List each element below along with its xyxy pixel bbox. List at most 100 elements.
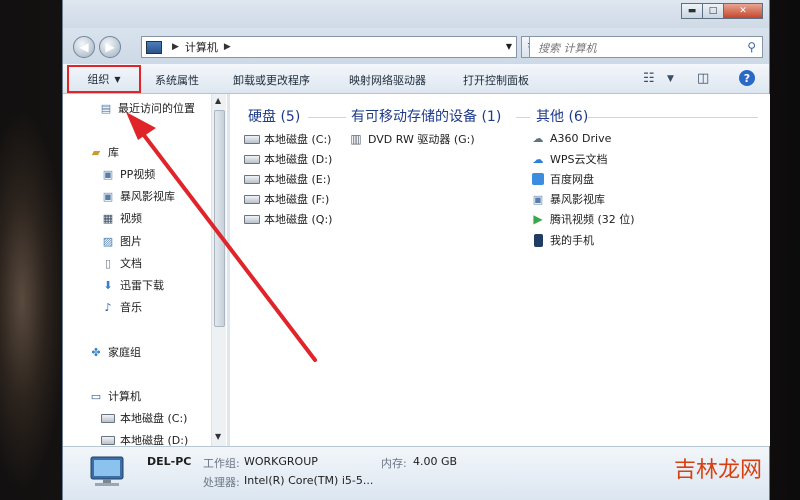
group-header-removable[interactable]: 有可移动存储的设备 (1) [351,106,501,126]
drive-icon [244,152,260,166]
title-bar[interactable]: ▬ □ ✕ [63,0,769,28]
preview-pane-icon[interactable]: ◫ [697,71,709,86]
other-item-baofeng[interactable]: ▣ 暴风影视库 [530,191,605,207]
address-bar[interactable]: ▶ 计算机 ▶ ▼ [141,36,517,58]
back-arrow-icon: ◀ [79,40,89,54]
close-button[interactable]: ✕ [723,3,763,19]
uninstall-program-button[interactable]: 卸载或更改程序 [233,72,310,88]
nav-item-videos[interactable]: ▦ 视频 [101,210,142,226]
memory-label: 内存: [381,457,407,470]
nav-item-label: 音乐 [120,301,142,314]
video-icon: ▦ [102,211,114,225]
group-header-hard-disks[interactable]: 硬盘 (5) [248,106,300,126]
nav-item-music[interactable]: ♪ 音乐 [101,299,142,315]
forward-button[interactable]: ▶ [99,36,121,58]
details-pane: DEL-PC 工作组: WORKGROUP 内存: 4.00 GB 处理器: I… [63,446,769,500]
scroll-up-icon[interactable]: ▲ [215,96,221,105]
drive-item-f[interactable]: 本地磁盘 (F:) [244,191,329,207]
video-library-icon: ▣ [102,167,114,181]
maximize-button[interactable]: □ [702,3,724,19]
command-bar: 组织 ▼ 系统属性 卸载或更改程序 映射网络驱动器 打开控制面板 ☷ ▼ ◫ ? [63,64,769,94]
item-label: 暴风影视库 [550,193,605,206]
nav-item-label: 最近访问的位置 [118,102,195,115]
back-button[interactable]: ◀ [73,36,95,58]
drive-icon [101,411,115,425]
group-divider [588,117,758,118]
other-item-baidu[interactable]: 百度网盘 [530,171,594,187]
address-row: ◀ ▶ ▶ 计算机 ▶ ▼ ↻ ⚲ [63,28,769,64]
nav-scrollbar[interactable]: ▲ ▼ [211,94,226,446]
nav-item-label: 库 [108,146,119,159]
explorer-window: ▬ □ ✕ ◀ ▶ ▶ 计算机 ▶ ▼ ↻ ⚲ 组织 ▼ 系统属性 卸载或更改程… [62,0,770,500]
drive-item-e[interactable]: 本地磁盘 (E:) [244,171,331,187]
nav-item-label: PP视频 [120,168,156,181]
nav-item-pp-video[interactable]: ▣ PP视频 [101,166,155,182]
minimize-button[interactable]: ▬ [681,3,703,19]
breadcrumb-separator-icon[interactable]: ▶ [172,42,179,52]
nav-item-label: 本地磁盘 (C:) [120,412,188,425]
homegroup-icon: ✤ [91,345,101,359]
video-library-icon: ▣ [532,192,544,206]
system-properties-button[interactable]: 系统属性 [155,72,199,88]
map-network-drive-button[interactable]: 映射网络驱动器 [349,72,426,88]
tencent-video-icon: ▶ [533,212,543,226]
nav-item-label: 迅雷下载 [120,279,164,292]
dvd-drive-icon: ▥ [350,132,362,146]
memory-value: 4.00 GB [413,455,458,468]
scroll-down-icon[interactable]: ▼ [215,432,221,441]
nav-item-library[interactable]: ▰ 库 [89,144,119,160]
other-item-tencent-video[interactable]: ▶ 腾讯视频 (32 位) [530,211,634,227]
breadcrumb-separator-icon[interactable]: ▶ [224,42,231,52]
help-button[interactable]: ? [739,70,755,86]
address-dropdown-icon[interactable]: ▼ [506,42,512,51]
chevron-down-icon[interactable]: ▼ [667,74,674,84]
drive-item-dvd[interactable]: ▥ DVD RW 驱动器 (G:) [348,131,475,147]
group-header-other[interactable]: 其他 (6) [536,106,588,126]
drive-icon [244,172,260,186]
group-divider [308,117,346,118]
nav-item-baofeng[interactable]: ▣ 暴风影视库 [101,188,175,204]
nav-item-xunlei[interactable]: ⬇ 迅雷下载 [101,277,164,293]
computer-icon [146,40,162,54]
view-options-icon[interactable]: ☷ [643,71,655,86]
organize-label: 组织 [87,73,110,86]
search-icon[interactable]: ⚲ [747,40,756,54]
nav-item-documents[interactable]: ▯ 文档 [101,255,142,271]
item-label: 本地磁盘 (D:) [264,153,333,166]
search-box[interactable]: ⚲ [529,36,763,58]
breadcrumb-computer[interactable]: 计算机 [185,39,218,55]
nav-item-drive-c[interactable]: 本地磁盘 (C:) [101,410,187,426]
chevron-down-icon: ▼ [114,74,121,84]
document-icon: ▯ [104,256,112,270]
forward-arrow-icon: ▶ [105,40,115,54]
search-input[interactable] [536,38,730,58]
phone-icon [530,233,546,247]
nav-item-computer[interactable]: ▭ 计算机 [89,388,209,404]
recent-places-icon: ▤ [100,101,112,115]
content-pane: 硬盘 (5) 有可移动存储的设备 (1) 其他 (6) 本地磁盘 (C:) 本地… [230,94,770,446]
other-item-a360[interactable]: ☁ A360 Drive [530,131,612,145]
baidu-netdisk-icon [530,172,546,186]
processor-label: 处理器: [203,476,240,489]
drive-item-q[interactable]: 本地磁盘 (Q:) [244,211,332,227]
item-label: WPS云文档 [550,153,608,166]
nav-item-pictures[interactable]: ▨ 图片 [101,233,142,249]
open-control-panel-button[interactable]: 打开控制面板 [463,72,529,88]
drive-icon [101,433,115,447]
wps-cloud-icon: ☁ [532,152,544,166]
nav-item-homegroup[interactable]: ✤ 家庭组 [89,344,141,360]
nav-item-label: 计算机 [108,390,141,403]
other-item-wps[interactable]: ☁ WPS云文档 [530,151,608,167]
item-label: DVD RW 驱动器 (G:) [368,133,475,146]
other-item-my-phone[interactable]: 我的手机 [530,232,594,248]
organize-button[interactable]: 组织 ▼ [67,65,141,93]
nav-item-recent-places[interactable]: ▤ 最近访问的位置 [99,100,195,116]
navigation-pane: ▤ 最近访问的位置 ▰ 库 ▣ PP视频 ▣ 暴风影视库 ▦ 视频 ▨ 图片 ▯… [63,94,227,447]
drive-item-c[interactable]: 本地磁盘 (C:) [244,131,331,147]
computer-icon: ▭ [90,389,102,403]
item-label: 本地磁盘 (Q:) [264,213,333,226]
nav-item-label: 家庭组 [108,346,141,359]
scrollbar-thumb[interactable] [214,110,225,327]
drive-item-d[interactable]: 本地磁盘 (D:) [244,151,332,167]
group-divider [516,117,530,118]
